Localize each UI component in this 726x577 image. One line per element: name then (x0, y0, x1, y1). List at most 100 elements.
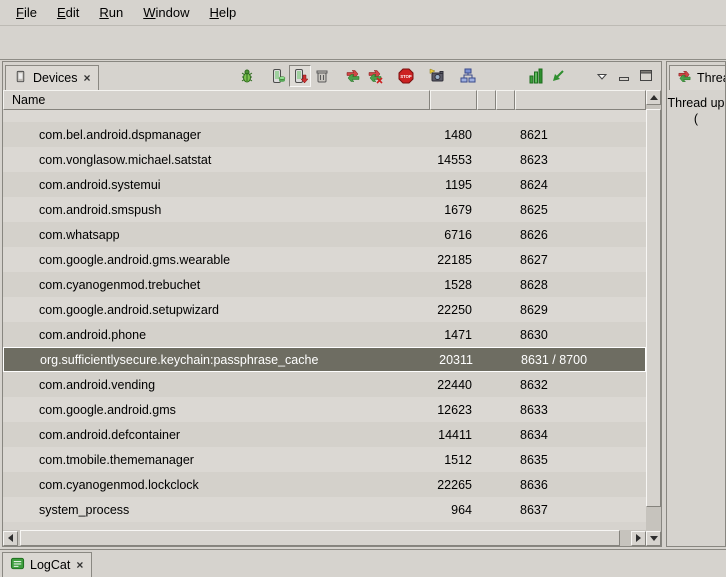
start-method-profiling-icon (367, 68, 383, 84)
port-cell: 8624 (515, 178, 646, 192)
pid-cell: 1679 (430, 203, 477, 217)
table-row[interactable]: com.android.defcontainer 14411 8634 (3, 422, 646, 447)
table-row[interactable]: com.vonglasow.michael.satstat 14553 8623 (3, 147, 646, 172)
menubar: File Edit Run Window Help (0, 0, 726, 26)
vertical-scroll-thumb[interactable] (646, 109, 661, 507)
menu-run[interactable]: Run (89, 1, 133, 24)
menu-help[interactable]: Help (199, 1, 246, 24)
port-cell: 8625 (515, 203, 646, 217)
dump-view-hierarchy-button[interactable] (457, 65, 479, 87)
horizontal-scroll-thumb[interactable] (20, 530, 620, 546)
pid-cell: 1471 (430, 328, 477, 342)
debug-process-icon (239, 68, 255, 84)
process-name-cell: com.android.phone (3, 328, 430, 342)
table-row[interactable]: com.tmobile.thememanager 1512 8635 (3, 447, 646, 472)
minimize-icon (616, 68, 632, 84)
column-header-port[interactable] (515, 90, 646, 110)
pid-cell: 1512 (430, 453, 477, 467)
tab-logcat[interactable]: LogCat × (2, 552, 92, 577)
device-table-body: com.bel.android.dspmanager 1480 8621 com… (3, 110, 646, 530)
menu-edit[interactable]: Edit (47, 1, 89, 24)
port-cell: 8637 (515, 503, 646, 517)
update-threads-button[interactable] (342, 65, 364, 87)
start-method-profiling-button[interactable] (364, 65, 386, 87)
column-header-3[interactable] (496, 90, 515, 110)
devices-tabstrip: Devices × (3, 62, 661, 90)
screen-capture-button[interactable] (426, 65, 448, 87)
dump-hprof-button[interactable] (289, 65, 311, 87)
pid-cell: 1528 (430, 278, 477, 292)
port-cell: 8635 (515, 453, 646, 467)
device-table-header: Name (3, 90, 646, 110)
table-row[interactable]: com.cyanogenmod.trebuchet 1528 8628 (3, 272, 646, 297)
update-heap-button[interactable] (267, 65, 289, 87)
close-icon[interactable]: × (82, 71, 91, 85)
pid-cell: 14411 (430, 428, 477, 442)
horizontal-scroll-track[interactable] (18, 530, 631, 546)
scroll-right-button[interactable] (631, 531, 646, 546)
table-row[interactable]: com.android.systemui 1195 8624 (3, 172, 646, 197)
pid-cell: 22250 (430, 303, 477, 317)
devices-tab-label: Devices (33, 71, 77, 85)
table-row[interactable]: com.google.android.gms 12623 8633 (3, 397, 646, 422)
process-name-cell: com.android.systemui (3, 178, 430, 192)
table-row[interactable]: com.android.smspush 1679 8625 (3, 197, 646, 222)
port-cell: 8627 (515, 253, 646, 267)
pid-cell: 6716 (430, 228, 477, 242)
table-row[interactable]: com.android.phone 1471 8630 (3, 322, 646, 347)
process-name-cell: com.cyanogenmod.trebuchet (3, 278, 430, 292)
table-row[interactable]: com.android.vending 22440 8632 (3, 372, 646, 397)
vertical-scroll-track[interactable] (646, 105, 661, 531)
process-name-cell: com.bel.android.dspmanager (3, 128, 430, 142)
threads-message: Thread up ( (667, 90, 725, 127)
tab-devices[interactable]: Devices × (5, 65, 99, 90)
capture-system-info-icon (528, 68, 544, 84)
table-row[interactable]: com.whatsapp 6716 8626 (3, 222, 646, 247)
table-row[interactable]: com.cyanogenmod.lockclock 22265 8636 (3, 472, 646, 497)
main-area: Devices × (0, 60, 726, 549)
table-row[interactable]: com.google.android.setupwizard 22250 862… (3, 297, 646, 322)
debug-process-button[interactable] (236, 65, 258, 87)
view-menu-icon (594, 68, 610, 84)
dump-hprof-icon (292, 68, 308, 84)
menu-file[interactable]: File (6, 1, 47, 24)
svg-text:STOP: STOP (400, 74, 412, 79)
process-name-cell: com.android.defcontainer (3, 428, 430, 442)
start-trace-button[interactable] (547, 65, 569, 87)
close-icon[interactable]: × (75, 558, 84, 572)
start-trace-icon (550, 68, 566, 84)
table-row[interactable]: org.sufficientlysecure.keychain:passphra… (3, 347, 646, 372)
scroll-left-button[interactable] (3, 531, 18, 546)
capture-system-info-button[interactable] (525, 65, 547, 87)
scroll-up-button[interactable] (646, 90, 661, 105)
column-header-name[interactable]: Name (3, 90, 430, 110)
dump-view-hierarchy-icon (460, 68, 476, 84)
devices-view: Devices × (2, 61, 662, 547)
column-header-pid[interactable] (430, 90, 477, 110)
maximize-icon (638, 68, 654, 84)
update-heap-icon (270, 68, 286, 84)
pid-cell: 14553 (430, 153, 477, 167)
table-row[interactable]: com.bel.android.dspmanager 1480 8621 (3, 122, 646, 147)
table-row[interactable]: com.google.android.gms.wearable 22185 86… (3, 247, 646, 272)
port-cell: 8623 (515, 153, 646, 167)
tab-threads[interactable]: Threads (669, 65, 726, 90)
port-cell: 8631 / 8700 (516, 353, 645, 367)
process-name-cell: com.google.android.setupwizard (3, 303, 430, 317)
process-name-cell: com.google.android.gms (3, 403, 430, 417)
cause-gc-button[interactable] (311, 65, 333, 87)
horizontal-scrollbar[interactable] (3, 530, 646, 546)
scroll-down-button[interactable] (646, 531, 661, 546)
logcat-strip: LogCat × (0, 549, 726, 577)
port-cell: 8628 (515, 278, 646, 292)
pid-cell: 1480 (430, 128, 477, 142)
table-row[interactable]: system_process 964 8637 (3, 497, 646, 522)
minimize-button[interactable] (613, 65, 635, 87)
vertical-scrollbar[interactable] (646, 90, 661, 546)
column-header-2[interactable] (477, 90, 496, 110)
stop-process-button[interactable]: STOP (395, 65, 417, 87)
maximize-button[interactable] (635, 65, 657, 87)
menu-window[interactable]: Window (133, 1, 199, 24)
view-menu-button[interactable] (591, 65, 613, 87)
threads-view: Threads Thread up ( (666, 61, 726, 547)
